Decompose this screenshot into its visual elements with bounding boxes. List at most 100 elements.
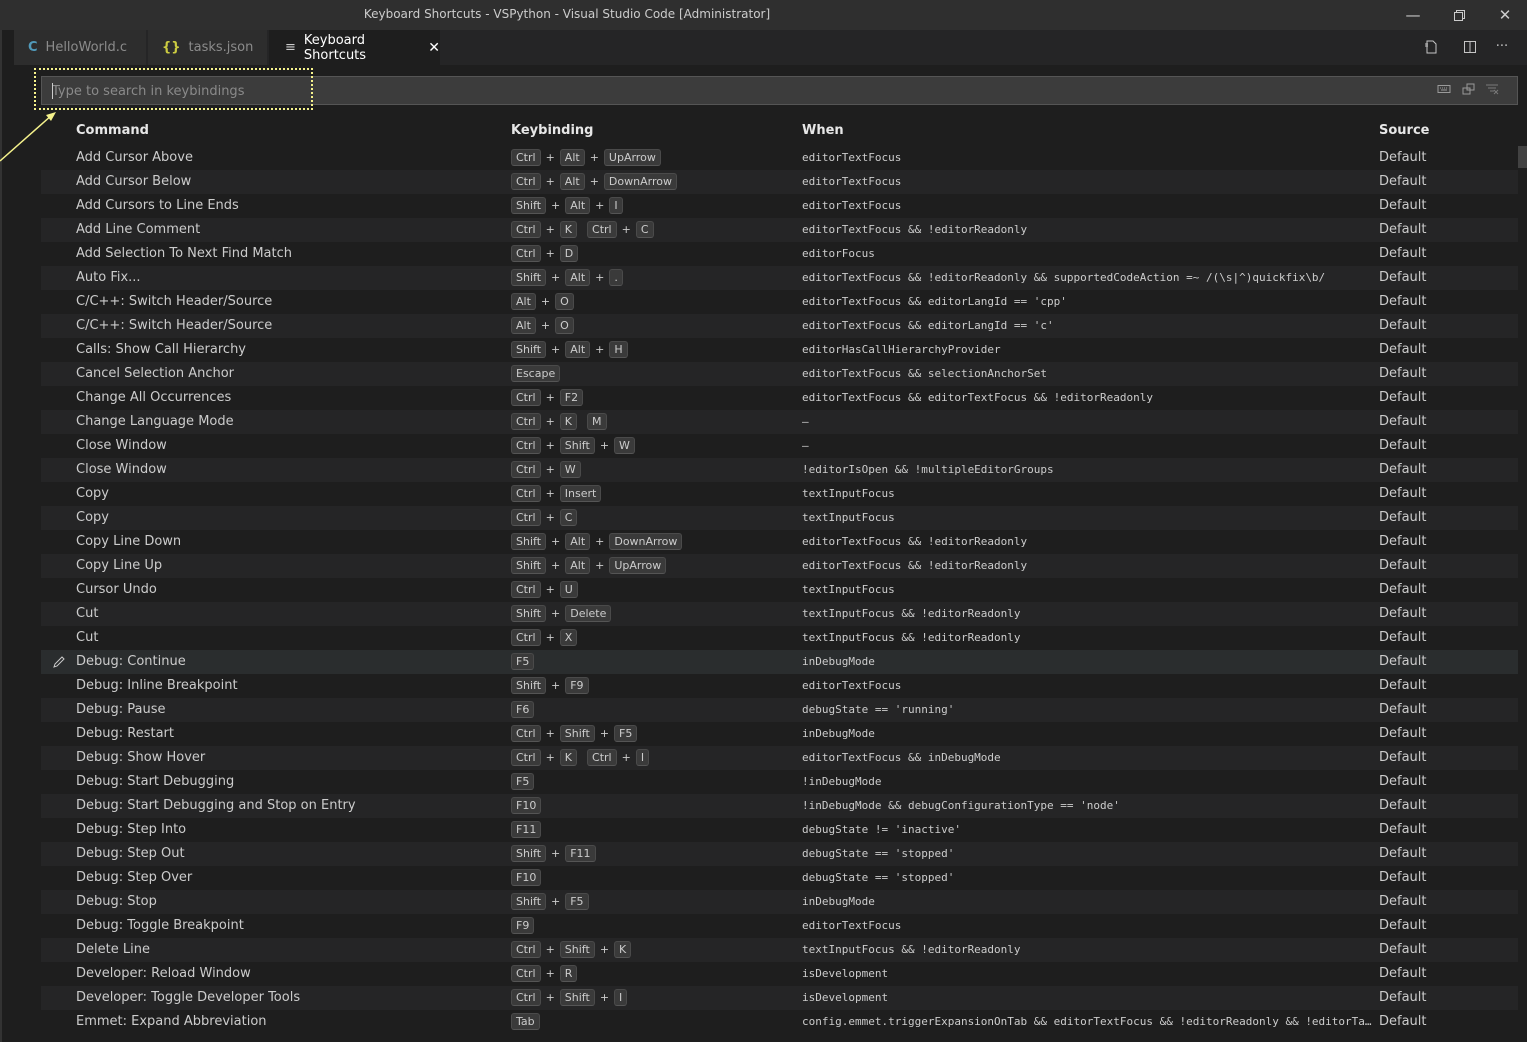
key-separator: +	[595, 535, 605, 548]
command-cell: Debug: Show Hover	[76, 750, 206, 765]
open-json-icon[interactable]	[1422, 39, 1440, 57]
table-row[interactable]: Cut Ctrl + XtextInputFocus && !editorReadon…	[41, 626, 1518, 650]
restore-icon[interactable]	[1436, 0, 1482, 30]
close-icon[interactable]: ✕	[1482, 0, 1527, 30]
key-cap: F6	[511, 701, 535, 718]
edit-keybinding-icon[interactable]	[51, 654, 67, 670]
table-row[interactable]: Debug: Show Hover Ctrl + K Ctrl + IeditorTextF…	[41, 746, 1518, 770]
minimize-icon[interactable]: —	[1390, 0, 1436, 30]
table-row[interactable]: Change Language Mode Ctrl + K M — Default	[41, 410, 1518, 434]
source-cell: Default	[1379, 342, 1427, 357]
table-row[interactable]: C/C++: Switch Header/Source Alt + OeditorTe…	[41, 314, 1518, 338]
column-header-when[interactable]: When	[802, 123, 844, 138]
table-row[interactable]: Copy Ctrl + CtextInputFocus Default	[41, 506, 1518, 530]
source-cell: Default	[1379, 894, 1427, 909]
column-header-keybinding[interactable]: Keybinding	[511, 123, 593, 138]
table-row[interactable]: Developer: Toggle Developer Tools Ctrl + Sh…	[41, 986, 1518, 1010]
column-header-source[interactable]: Source	[1379, 123, 1429, 138]
keybinding-cell: Ctrl + Shift + W	[511, 437, 635, 454]
table-row[interactable]: Cut Shift + Delete textInputFocus && !editor…	[41, 602, 1518, 626]
key-separator: +	[589, 175, 599, 188]
table-row[interactable]: Add Cursor Above Ctrl + Alt + UpArrow editorTe…	[41, 146, 1518, 170]
key-cap: U	[559, 581, 578, 598]
table-row[interactable]: Add Line Comment Ctrl + K Ctrl + CeditorTextFo…	[41, 218, 1518, 242]
table-row[interactable]: Close Window Ctrl + Shift + W — Default	[41, 434, 1518, 458]
table-row[interactable]: Add Cursors to Line Ends Shift + Alt + Iedito…	[41, 194, 1518, 218]
table-row[interactable]: Emmet: Expand Abbreviation Tab config.emme…	[41, 1010, 1518, 1034]
table-row[interactable]: Cancel Selection Anchor Escape editorTextF…	[41, 362, 1518, 386]
tab-bar: C HelloWorld.c {} tasks.json ≡ Keyboard …	[14, 30, 1527, 65]
key-separator: +	[595, 271, 605, 284]
table-header: Command Keybinding When Source	[41, 120, 1518, 144]
table-row[interactable]: Debug: Pause F6 debugState == 'running' Def…	[41, 698, 1518, 722]
source-cell: Default	[1379, 222, 1427, 237]
key-separator: +	[545, 151, 555, 164]
key-separator: +	[545, 943, 555, 956]
vertical-scrollbar[interactable]	[1518, 146, 1527, 1042]
key-cap: R	[559, 965, 578, 982]
key-cap: D	[559, 245, 579, 262]
table-row[interactable]: Debug: Step Into F11 debugState != 'inacti…	[41, 818, 1518, 842]
table-row[interactable]: Calls: Show Call Hierarchy Shift + Alt + Hedi…	[41, 338, 1518, 362]
key-separator: +	[545, 583, 555, 596]
command-cell: Developer: Reload Window	[76, 966, 251, 981]
sort-by-precedence-icon[interactable]	[1461, 82, 1477, 98]
keybinding-cell: Shift + Alt + H	[511, 341, 628, 358]
key-cap: F5	[565, 893, 589, 910]
when-cell: isDevelopment	[802, 991, 889, 1004]
split-editor-icon[interactable]	[1461, 39, 1479, 57]
tab-label: tasks.json	[188, 40, 254, 55]
key-cap: F2	[559, 389, 584, 406]
keybinding-cell: Ctrl + Shift + K	[511, 941, 632, 958]
table-row[interactable]: Debug: Start Debugging and Stop on Entry…	[41, 794, 1518, 818]
column-header-command[interactable]: Command	[76, 123, 149, 138]
tab-helloworld-c[interactable]: C HelloWorld.c	[14, 30, 147, 65]
key-separator: +	[545, 415, 555, 428]
table-row[interactable]: C/C++: Switch Header/Source Alt + OeditorTe…	[41, 290, 1518, 314]
table-row[interactable]: Debug: Restart Ctrl + Shift + F5 inDebugMode De…	[41, 722, 1518, 746]
command-cell: Add Cursor Above	[76, 150, 193, 165]
keybinding-cell: Ctrl + U	[511, 581, 578, 598]
table-row[interactable]: Close Window Ctrl + W !editorIsOpen && !mult…	[41, 458, 1518, 482]
command-cell: Debug: Stop	[76, 894, 157, 909]
table-row[interactable]: Cursor Undo Ctrl + UtextInputFocus Default	[41, 578, 1518, 602]
command-cell: Add Line Comment	[76, 222, 201, 237]
key-separator: +	[545, 511, 555, 524]
when-cell: editorTextFocus	[802, 679, 902, 692]
close-tab-icon[interactable]: ✕	[428, 40, 440, 56]
more-actions-icon[interactable]: ···	[1493, 39, 1511, 57]
keybinding-cell: Ctrl + C	[511, 509, 578, 526]
keybinding-cell: Alt + O	[511, 293, 574, 310]
table-row[interactable]: Debug: Toggle Breakpoint F9 editorTextFocu…	[41, 914, 1518, 938]
table-row[interactable]: Add Cursor Below Ctrl + Alt + DownArrow editor…	[41, 170, 1518, 194]
tab-tasks-json[interactable]: {} tasks.json	[148, 30, 268, 65]
command-cell: Copy	[76, 486, 109, 501]
record-keys-icon[interactable]	[1436, 82, 1452, 98]
command-cell: Developer: Toggle Developer Tools	[76, 990, 301, 1005]
tab-keyboard-shortcuts[interactable]: ≡ Keyboard Shortcuts ✕	[269, 30, 441, 65]
table-row[interactable]: Debug: Continue F5 inDebugMode Default	[41, 650, 1518, 674]
table-row[interactable]: Developer: Reload Window Ctrl + RisDevelopm…	[41, 962, 1518, 986]
keybinding-cell: Ctrl + K M	[511, 413, 607, 430]
table-row[interactable]: Debug: Step Out Shift + F11 debugState == 's…	[41, 842, 1518, 866]
command-cell: Cancel Selection Anchor	[76, 366, 235, 381]
scrollbar-thumb[interactable]	[1518, 146, 1527, 168]
table-row[interactable]: Auto Fix... Shift + Alt +. editorTextFocus &&…	[41, 266, 1518, 290]
table-row[interactable]: Copy Line Down Shift + Alt + DownArrow editorT…	[41, 530, 1518, 554]
keybinding-cell: Ctrl + Shift + I	[511, 989, 628, 1006]
table-row[interactable]: Copy Ctrl + Insert textInputFocus Default	[41, 482, 1518, 506]
table-row[interactable]: Delete Line Ctrl + Shift + KtextInputFocus &&…	[41, 938, 1518, 962]
table-row[interactable]: Copy Line Up Shift + Alt + UpArrow editorTextF…	[41, 554, 1518, 578]
table-row[interactable]: Debug: Step Over F10 debugState == 'stoppe…	[41, 866, 1518, 890]
table-row[interactable]: Change All Occurrences Ctrl + F2 editorTextF…	[41, 386, 1518, 410]
command-cell: Add Selection To Next Find Match	[76, 246, 293, 261]
key-cap: UpArrow	[609, 557, 667, 574]
table-row[interactable]: Debug: Start Debugging F5 !inDebugMode Defa…	[41, 770, 1518, 794]
table-row[interactable]: Add Selection To Next Find Match Ctrl + Ded…	[41, 242, 1518, 266]
table-row[interactable]: Debug: Stop Shift + F5 inDebugMode Default	[41, 890, 1518, 914]
clear-filter-icon[interactable]	[1484, 82, 1500, 98]
table-row[interactable]: Debug: Inline Breakpoint Shift + F9 editorTe…	[41, 674, 1518, 698]
command-cell: Debug: Inline Breakpoint	[76, 678, 238, 693]
when-cell: textInputFocus && !editorReadonly	[802, 631, 1021, 644]
key-separator: +	[551, 679, 561, 692]
